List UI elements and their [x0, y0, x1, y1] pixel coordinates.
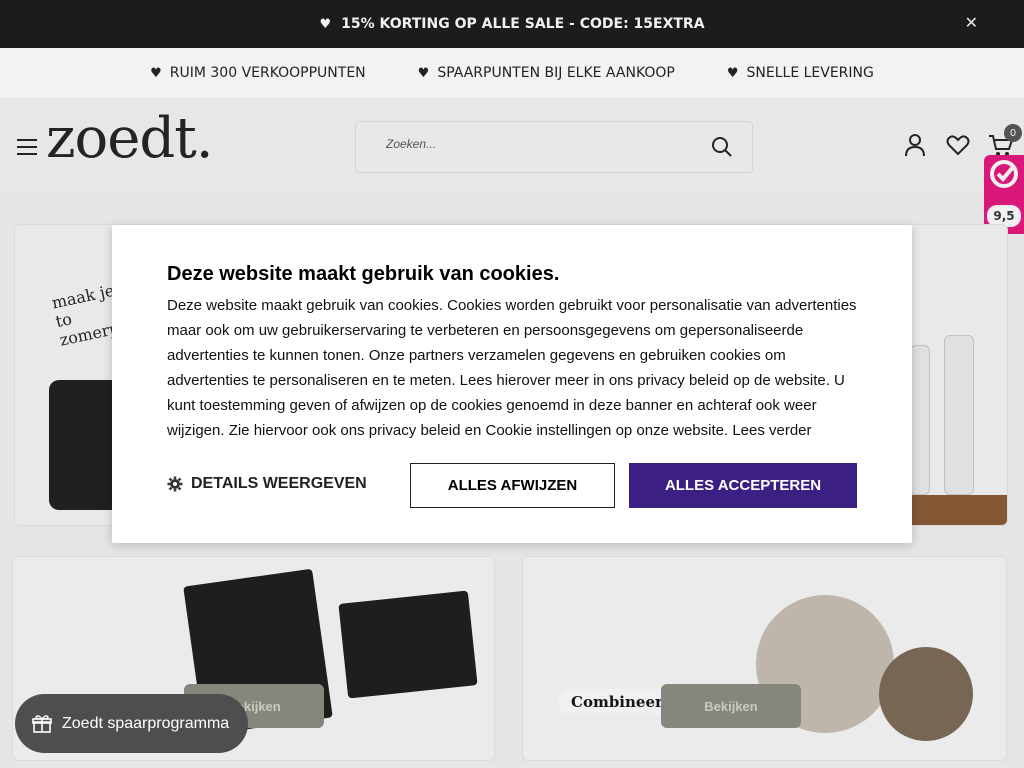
savings-label: Zoedt spaarprogramma	[62, 714, 230, 732]
gear-icon	[167, 476, 183, 492]
accept-all-button[interactable]: ALLES ACCEPTEREN	[629, 463, 857, 508]
cookie-body: Deze website maakt gebruik van cookies. …	[167, 297, 857, 439]
details-toggle[interactable]: DETAILS WEERGEVEN	[167, 475, 367, 493]
cookie-dialog: Deze website maakt gebruik van cookies. …	[112, 225, 912, 543]
usp-bar: ♥ RUIM 300 VERKOOPPUNTEN ♥ SPAARPUNTEN B…	[0, 48, 1024, 98]
usp-label: SNELLE LEVERING	[746, 65, 874, 81]
reject-all-button[interactable]: ALLES AFWIJZEN	[410, 463, 615, 508]
details-label: DETAILS WEERGEVEN	[191, 475, 367, 492]
usp-item: ♥ RUIM 300 VERKOOPPUNTEN	[150, 65, 366, 81]
cookie-title: Deze website maakt gebruik van cookies.	[167, 263, 560, 285]
usp-item: ♥ SPAARPUNTEN BIJ ELKE AANKOOP	[418, 65, 675, 81]
usp-label: SPAARPUNTEN BIJ ELKE AANKOOP	[437, 65, 675, 81]
heart-icon: ♥	[319, 16, 332, 32]
gift-icon	[32, 714, 52, 733]
announcement-text: 15% KORTING OP ALLE SALE - CODE: 15EXTRA	[341, 16, 705, 32]
heart-icon: ♥	[417, 65, 430, 81]
heart-icon: ♥	[150, 65, 162, 81]
close-icon[interactable]: ✕	[965, 13, 978, 32]
usp-label: RUIM 300 VERKOOPPUNTEN	[169, 65, 366, 81]
announcement-bar: ♥ 15% KORTING OP ALLE SALE - CODE: 15EXT…	[0, 0, 1024, 48]
savings-program-button[interactable]: Zoedt spaarprogramma	[15, 694, 248, 753]
heart-icon: ♥	[726, 65, 739, 81]
usp-item: ♥ SNELLE LEVERING	[727, 65, 874, 81]
